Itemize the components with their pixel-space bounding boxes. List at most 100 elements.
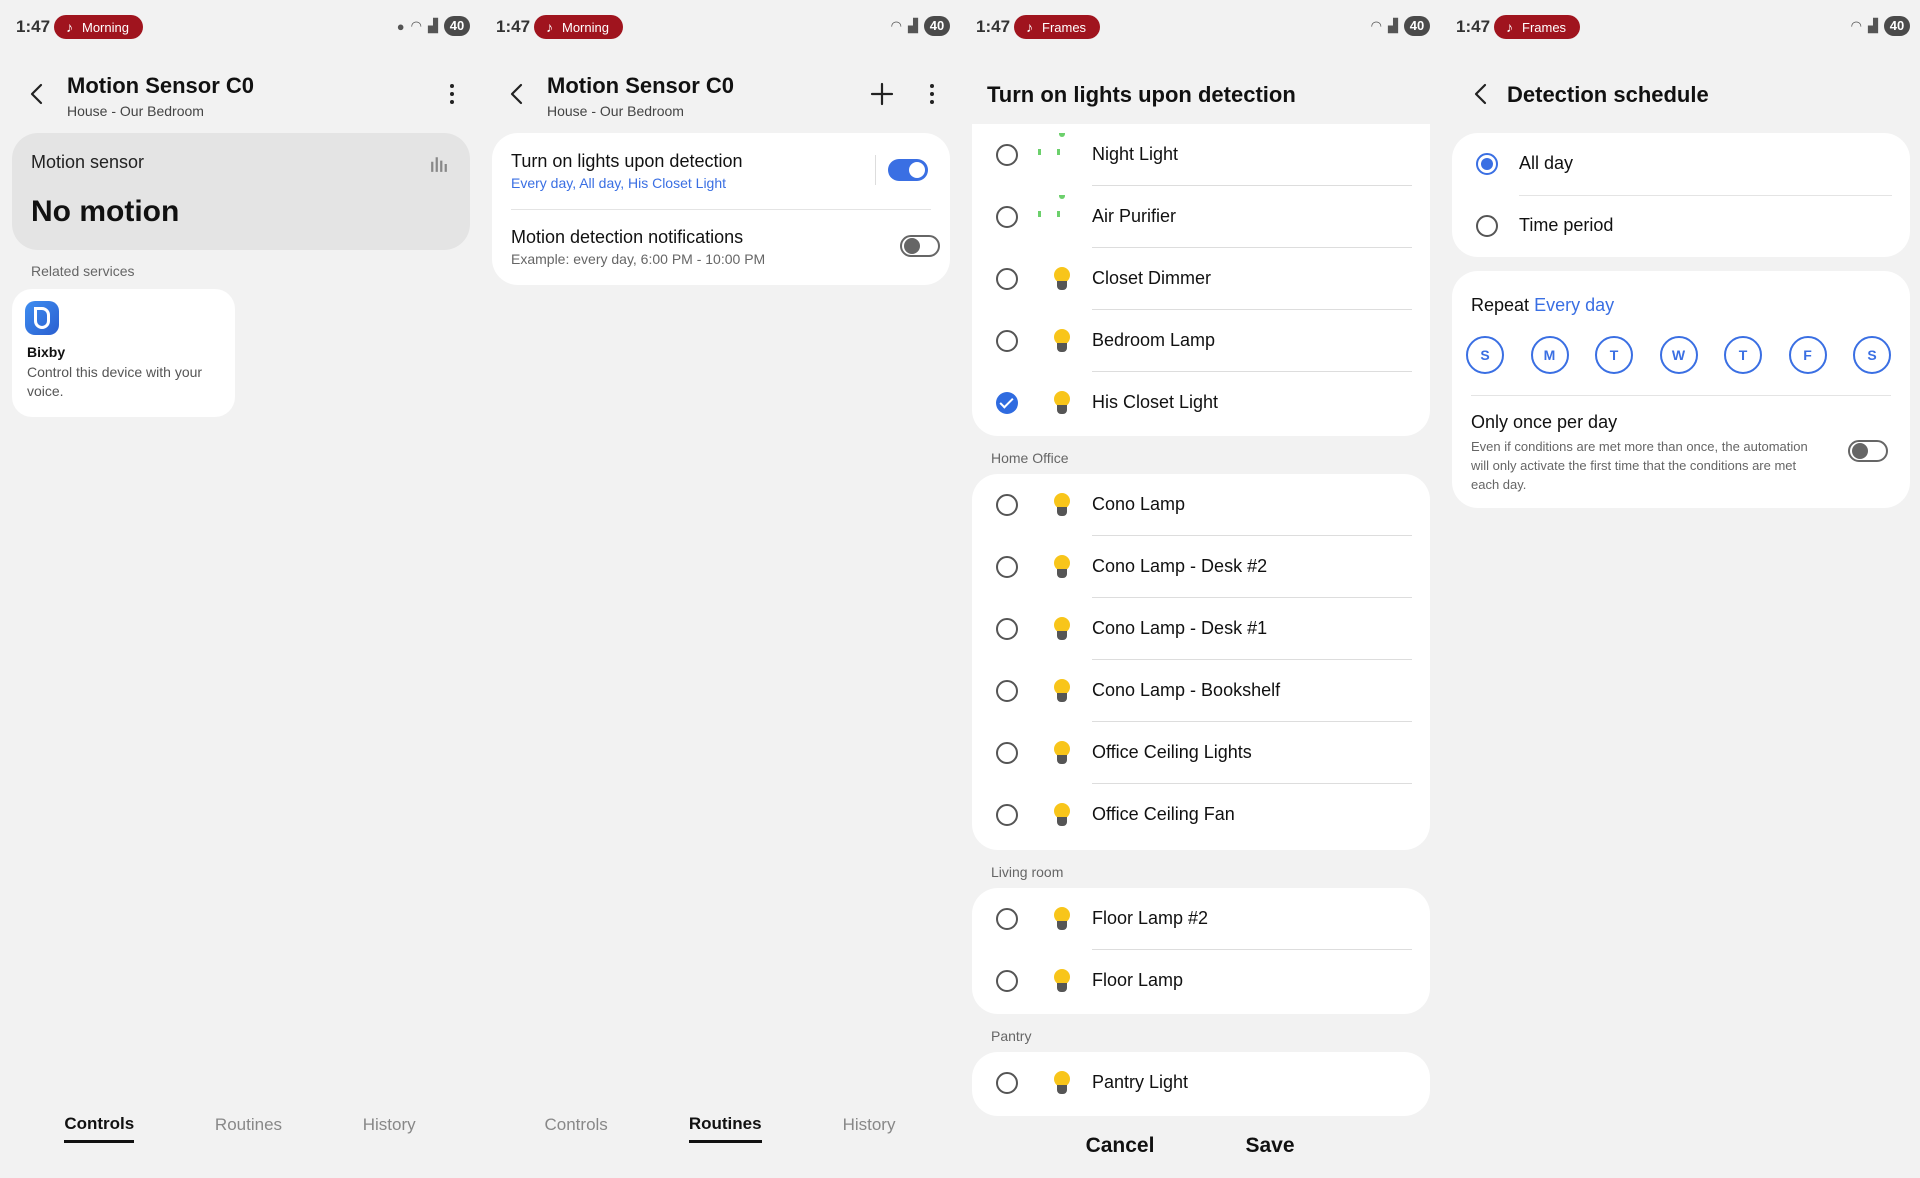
time-period-option[interactable]: Time period xyxy=(1452,195,1910,257)
bulb-icon xyxy=(1049,802,1075,828)
once-per-day-toggle[interactable] xyxy=(1848,440,1888,462)
unchecked-checkbox[interactable] xyxy=(996,970,1018,992)
chart-bars-icon[interactable] xyxy=(430,155,448,173)
device-name: Office Ceiling Lights xyxy=(1092,742,1252,762)
page-title: Motion Sensor C0 xyxy=(67,73,255,98)
unchecked-checkbox[interactable] xyxy=(996,268,1018,290)
notifications-title: Motion detection notifications xyxy=(511,227,744,247)
cancel-button[interactable]: Cancel xyxy=(1060,1134,1180,1158)
repeat-label: Repeat xyxy=(1471,295,1530,315)
now-playing-label: Morning xyxy=(562,20,609,35)
notifications-example: Example: every day, 6:00 PM - 10:00 PM xyxy=(511,251,766,267)
weekday-toggle[interactable]: T xyxy=(1724,336,1762,374)
tab-history[interactable]: History xyxy=(363,1115,416,1141)
tab-controls[interactable]: Controls xyxy=(545,1115,608,1141)
tab-routines[interactable]: Routines xyxy=(688,1114,762,1143)
bulb-icon xyxy=(1049,492,1075,518)
lights-routine-title: Turn on lights upon detection xyxy=(511,151,743,171)
now-playing-pill[interactable]: ♪ Morning xyxy=(534,15,623,39)
notifications-row[interactable]: Motion detection notifications Example: … xyxy=(492,209,950,285)
device-name: His Closet Light xyxy=(1092,392,1219,412)
device-name: Bedroom Lamp xyxy=(1092,330,1216,350)
unchecked-checkbox[interactable] xyxy=(996,618,1018,640)
status-bar: 1:47 ♪ Morning ◠ ▟ 40 xyxy=(480,14,960,42)
weekday-toggle[interactable]: F xyxy=(1788,336,1827,374)
device-row[interactable]: Cono Lamp - Bookshelf xyxy=(972,660,1430,722)
pantry-devices-card: Pantry Light xyxy=(972,1052,1430,1116)
more-options-icon[interactable] xyxy=(930,84,934,104)
device-row[interactable]: Floor Lamp #2 xyxy=(972,888,1430,950)
repeat-card: Repeat Every day Only once per day Even … xyxy=(1452,271,1910,508)
weekday-toggle[interactable]: W xyxy=(1659,336,1698,374)
repeat-row[interactable]: Repeat Every day xyxy=(1471,295,1614,316)
back-arrow-icon[interactable] xyxy=(26,82,50,106)
battery-icon: 40 xyxy=(1404,16,1430,36)
now-playing-pill[interactable]: ♪ Morning xyxy=(54,15,143,39)
tab-routines[interactable]: Routines xyxy=(215,1115,282,1141)
status-time: 1:47 xyxy=(976,17,1011,36)
device-row[interactable]: Cono Lamp xyxy=(972,474,1430,536)
device-row[interactable]: Office Ceiling Fan xyxy=(972,784,1430,846)
device-name: Cono Lamp - Desk #2 xyxy=(1092,556,1268,576)
now-playing-label: Morning xyxy=(82,20,129,35)
tab-history[interactable]: History xyxy=(843,1115,896,1141)
unchecked-checkbox[interactable] xyxy=(996,804,1018,826)
now-playing-pill[interactable]: ♪ Frames xyxy=(1014,15,1101,39)
unchecked-checkbox[interactable] xyxy=(996,144,1018,166)
wifi-icon: ◠ xyxy=(1850,18,1862,33)
device-row[interactable]: Cono Lamp - Desk #2 xyxy=(972,536,1430,598)
bulb-icon xyxy=(1049,740,1075,766)
bulb-icon xyxy=(1049,678,1075,704)
signal-icon: ▟ xyxy=(428,18,438,33)
tab-controls[interactable]: Controls xyxy=(64,1114,135,1143)
once-title: Only once per day xyxy=(1471,412,1618,432)
weekday-toggle[interactable]: T xyxy=(1595,336,1633,374)
bulb-icon xyxy=(1049,906,1075,932)
notifications-toggle[interactable] xyxy=(900,235,940,257)
checked-checkbox[interactable] xyxy=(996,392,1018,414)
sensor-state: No motion xyxy=(31,195,180,228)
back-arrow-icon[interactable] xyxy=(506,82,530,106)
unchecked-checkbox[interactable] xyxy=(996,330,1018,352)
bixby-card[interactable]: Bixby Control this device with your voic… xyxy=(12,289,235,417)
bulb-icon xyxy=(1049,554,1075,580)
bulb-icon xyxy=(1049,328,1075,354)
device-row[interactable]: Night Light xyxy=(972,124,1430,186)
unchecked-checkbox[interactable] xyxy=(996,742,1018,764)
device-row[interactable]: Closet Dimmer xyxy=(972,248,1430,310)
add-icon[interactable] xyxy=(870,82,894,106)
time-period-radio[interactable] xyxy=(1476,215,1498,237)
lights-routine-row[interactable]: Turn on lights upon detection Every day,… xyxy=(492,133,950,209)
weekday-toggle[interactable]: S xyxy=(1853,336,1891,374)
back-arrow-icon[interactable] xyxy=(1470,82,1494,106)
device-row[interactable]: Cono Lamp - Desk #1 xyxy=(972,598,1430,660)
unchecked-checkbox[interactable] xyxy=(996,1072,1018,1094)
device-row[interactable]: Floor Lamp xyxy=(972,950,1430,1012)
device-row[interactable]: His Closet Light xyxy=(972,372,1430,434)
unchecked-checkbox[interactable] xyxy=(996,206,1018,228)
device-row[interactable]: Pantry Light xyxy=(972,1052,1430,1114)
more-options-icon[interactable] xyxy=(450,84,454,104)
now-playing-pill[interactable]: ♪ Frames xyxy=(1494,15,1581,39)
unchecked-checkbox[interactable] xyxy=(996,908,1018,930)
music-note-icon: ♪ xyxy=(1026,19,1033,35)
lights-routine-toggle[interactable] xyxy=(888,159,928,181)
device-row[interactable]: Office Ceiling Lights xyxy=(972,722,1430,784)
device-row[interactable]: Air Purifier xyxy=(972,186,1430,248)
unchecked-checkbox[interactable] xyxy=(996,680,1018,702)
signal-icon: ▟ xyxy=(908,18,918,33)
music-note-icon: ♪ xyxy=(546,19,553,35)
living-room-label: Living room xyxy=(991,864,1064,880)
all-day-radio[interactable] xyxy=(1476,153,1498,175)
motion-sensor-card[interactable]: Motion sensor No motion xyxy=(12,133,470,250)
all-day-option[interactable]: All day xyxy=(1452,133,1910,195)
page-subtitle: House - Our Bedroom xyxy=(547,103,684,119)
unchecked-checkbox[interactable] xyxy=(996,556,1018,578)
weekday-toggle[interactable]: S xyxy=(1466,336,1504,374)
unchecked-checkbox[interactable] xyxy=(996,494,1018,516)
save-button[interactable]: Save xyxy=(1210,1134,1330,1158)
device-row[interactable]: Bedroom Lamp xyxy=(972,310,1430,372)
weekday-toggle[interactable]: M xyxy=(1530,336,1569,374)
living-room-devices-card: Floor Lamp #2 Floor Lamp xyxy=(972,888,1430,1014)
battery-icon: 40 xyxy=(924,16,950,36)
